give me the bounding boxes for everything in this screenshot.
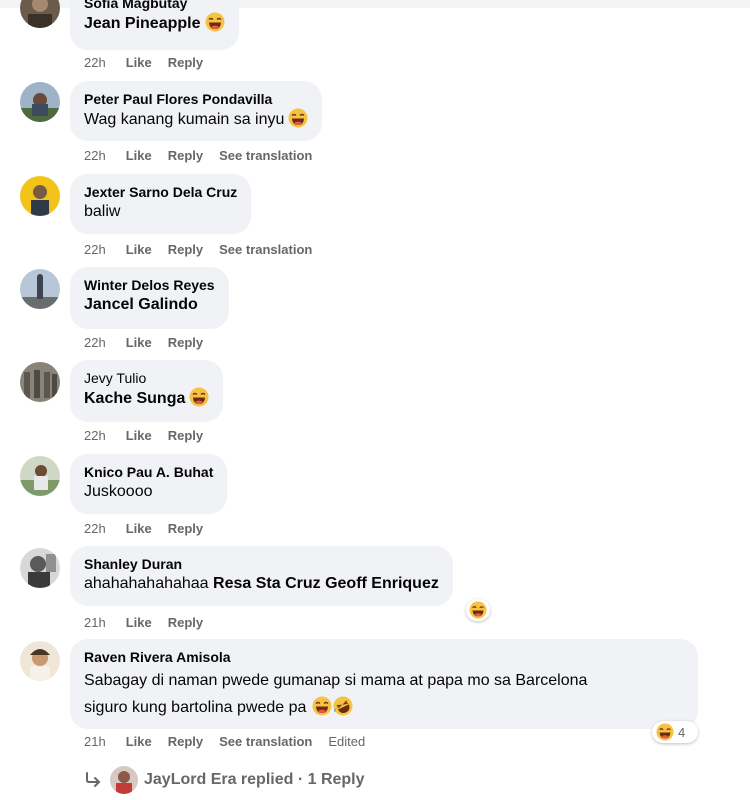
like-button[interactable]: Like	[126, 734, 152, 749]
avatar[interactable]	[20, 176, 60, 216]
reply-button[interactable]: Reply	[168, 335, 203, 350]
comment-bubble: Jexter Sarno Dela Cruz baliw	[70, 174, 252, 234]
laughing-emoji-icon	[312, 696, 332, 716]
see-translation-link[interactable]: See translation	[219, 148, 312, 163]
comment-meta: 22h Like Reply	[84, 428, 219, 444]
like-button[interactable]: Like	[126, 55, 152, 70]
edited-label[interactable]: Edited	[328, 734, 365, 749]
author-name[interactable]: Knico Pau A. Buhat	[84, 463, 213, 481]
like-button[interactable]: Like	[126, 521, 152, 536]
reaction-summary[interactable]: 4	[652, 721, 698, 743]
comment-bubble: Knico Pau A. Buhat Juskoooo	[70, 454, 228, 514]
reply-button[interactable]: Reply	[168, 148, 203, 163]
avatar[interactable]	[20, 641, 60, 681]
replier-avatar	[110, 766, 138, 794]
replies-text[interactable]: JayLord Era replied · 1 Reply	[144, 771, 365, 789]
timestamp[interactable]: 22h	[84, 428, 106, 443]
rolling-laughing-emoji-icon	[333, 696, 353, 716]
author-name[interactable]: Peter Paul Flores Pondavilla	[84, 90, 308, 108]
comment-text: Kache Sunga	[84, 387, 209, 410]
timestamp[interactable]: 22h	[84, 335, 106, 350]
laughing-emoji-icon	[469, 601, 487, 619]
reply-button[interactable]: Reply	[168, 428, 203, 443]
avatar[interactable]	[20, 0, 60, 28]
comment-meta: 22h Like Reply	[84, 55, 219, 71]
comment-text: Jean Pineapple	[84, 12, 225, 35]
avatar[interactable]	[20, 548, 60, 588]
like-button[interactable]: Like	[126, 335, 152, 350]
timestamp[interactable]: 21h	[84, 615, 106, 630]
reply-button[interactable]: Reply	[168, 615, 203, 630]
comment-bubble: Raven Rivera Amisola Sabagay di naman pw…	[70, 639, 698, 729]
timestamp[interactable]: 21h	[84, 734, 106, 749]
tagged-name[interactable]: Jancel Galindo	[84, 294, 215, 316]
timestamp[interactable]: 22h	[84, 55, 106, 70]
comment-bubble: Winter Delos Reyes Jancel Galindo	[70, 267, 229, 329]
comment-meta: 21h Like Reply	[84, 615, 219, 631]
comment-meta: 22h Like Reply	[84, 521, 219, 537]
comment-text: Wag kanang kumain sa inyu	[84, 108, 308, 131]
reply-button[interactable]: Reply	[168, 734, 203, 749]
timestamp[interactable]: 22h	[84, 242, 106, 257]
timestamp[interactable]: 22h	[84, 521, 106, 536]
like-button[interactable]: Like	[126, 428, 152, 443]
comment-meta: 21h Like Reply See translation Edited	[84, 734, 381, 750]
like-button[interactable]: Like	[126, 242, 152, 257]
comment-bubble: Jevy Tulio Kache Sunga	[70, 360, 224, 422]
author-name[interactable]: Jevy Tulio	[84, 369, 209, 387]
comment-text: ahahahahahahaa Resa Sta Cruz Geoff Enriq…	[84, 575, 439, 592]
avatar[interactable]	[20, 269, 60, 309]
laughing-emoji-icon	[189, 387, 209, 407]
tagged-name[interactable]: Jean Pineapple	[84, 15, 201, 32]
reply-button[interactable]: Reply	[168, 55, 203, 70]
tagged-name[interactable]: Kache Sunga	[84, 390, 185, 407]
avatar[interactable]	[20, 82, 60, 122]
laughing-emoji-icon	[656, 723, 674, 741]
reply-button[interactable]: Reply	[168, 242, 203, 257]
comment-text-line: Sabagay di naman pwede gumanap si mama a…	[84, 672, 588, 689]
comment-bubble: Sofia Magbutay Jean Pineapple	[70, 0, 239, 50]
see-translation-link[interactable]: See translation	[219, 242, 312, 257]
comment-meta: 22h Like Reply See translation	[84, 242, 328, 258]
comment-bubble: Peter Paul Flores Pondavilla Wag kanang …	[70, 81, 323, 141]
avatar[interactable]	[20, 456, 60, 496]
comment-text: Juskoooo	[84, 483, 153, 500]
reply-arrow-icon	[86, 772, 100, 787]
laughing-emoji-icon	[288, 108, 308, 128]
avatar[interactable]	[20, 362, 60, 402]
comment-meta: 22h Like Reply	[84, 335, 219, 351]
view-replies-link[interactable]: JayLord Era replied · 1 Reply	[84, 766, 365, 794]
reply-button[interactable]: Reply	[168, 521, 203, 536]
reaction-count: 4	[678, 724, 686, 740]
author-name[interactable]: Jexter Sarno Dela Cruz	[84, 183, 237, 201]
author-name[interactable]: Winter Delos Reyes	[84, 276, 215, 294]
comment-meta: 22h Like Reply See translation	[84, 148, 328, 164]
reaction-summary[interactable]	[466, 599, 490, 621]
see-translation-link[interactable]: See translation	[219, 734, 312, 749]
author-name[interactable]: Raven Rivera Amisola	[84, 648, 684, 666]
like-button[interactable]: Like	[126, 148, 152, 163]
laughing-emoji-icon	[205, 12, 224, 32]
timestamp[interactable]: 22h	[84, 148, 106, 163]
author-name[interactable]: Shanley Duran	[84, 555, 439, 573]
like-button[interactable]: Like	[126, 615, 152, 630]
author-name[interactable]: Sofia Magbutay	[84, 0, 225, 12]
comment-text-line: siguro kung bartolina pwede pa	[84, 696, 684, 719]
comment-text: baliw	[84, 203, 121, 220]
comment-bubble: Shanley Duran ahahahahahahaa Resa Sta Cr…	[70, 546, 453, 606]
tagged-names[interactable]: Resa Sta Cruz Geoff Enriquez	[213, 575, 439, 592]
